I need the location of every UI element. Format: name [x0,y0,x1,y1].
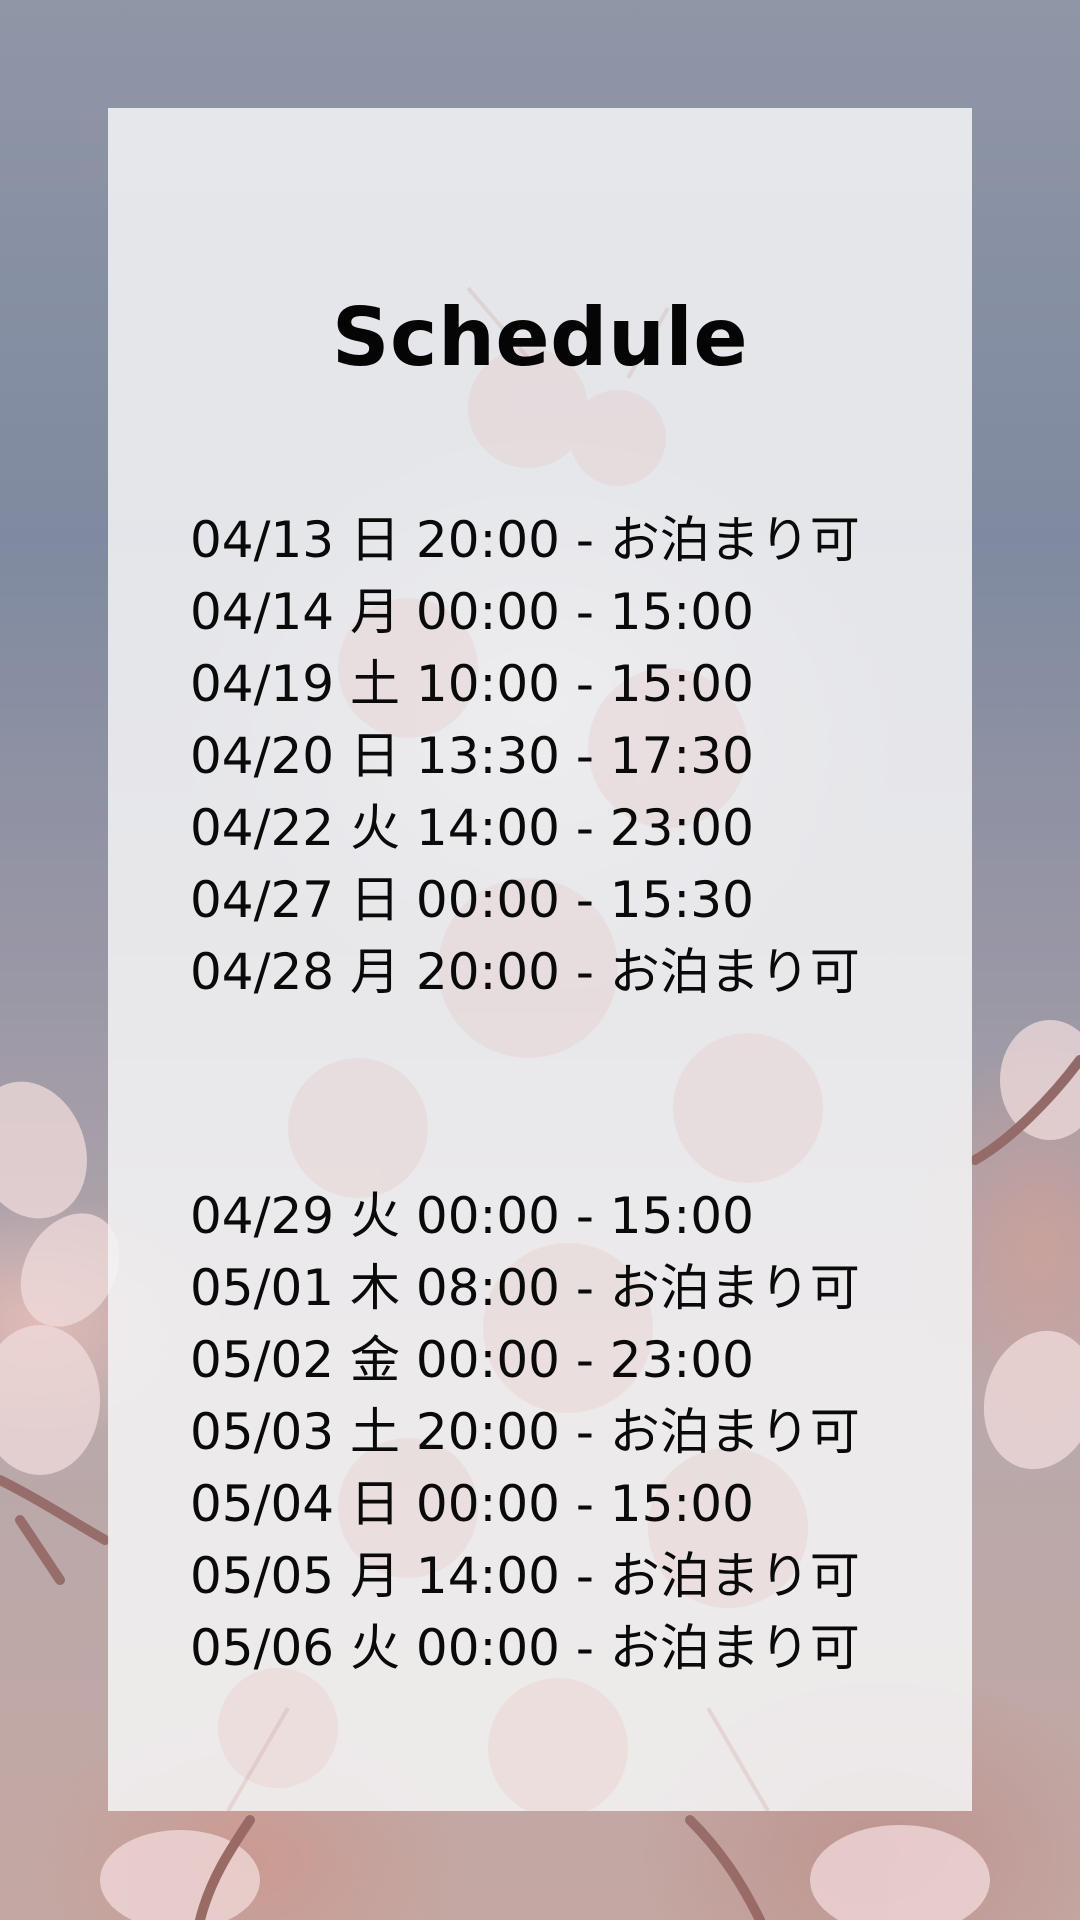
page-title: Schedule [331,291,749,384]
schedule-row: 04/19 土 10:00 - 15:00 [190,655,754,713]
schedule-row: 05/02 金 00:00 - 23:00 [190,1331,754,1389]
schedule-row: 04/29 火 00:00 - 15:00 [190,1187,754,1245]
schedule-list-april: 04/13 日 20:00 - お泊まり可 04/14 月 00:00 - 15… [190,504,860,1008]
schedule-row: 04/14 月 00:00 - 15:00 [190,583,754,641]
schedule-row: 05/06 火 00:00 - お泊まり可 [190,1619,860,1677]
schedule-row: 05/05 月 14:00 - お泊まり可 [190,1547,860,1605]
schedule-row: 04/28 月 20:00 - お泊まり可 [190,943,860,1001]
schedule-list-may: 04/29 火 00:00 - 15:00 05/01 木 08:00 - お泊… [190,1180,860,1684]
schedule-card: Schedule 04/13 日 20:00 - お泊まり可 04/14 月 0… [108,108,972,1811]
schedule-row: 04/27 日 00:00 - 15:30 [190,871,754,929]
schedule-row: 05/03 土 20:00 - お泊まり可 [190,1403,860,1461]
schedule-row: 04/13 日 20:00 - お泊まり可 [190,511,860,569]
schedule-row: 04/20 日 13:30 - 17:30 [190,727,754,785]
schedule-row: 04/22 火 14:00 - 23:00 [190,799,754,857]
schedule-row: 05/01 木 08:00 - お泊まり可 [190,1259,860,1317]
schedule-row: 05/04 日 00:00 - 15:00 [190,1475,754,1533]
